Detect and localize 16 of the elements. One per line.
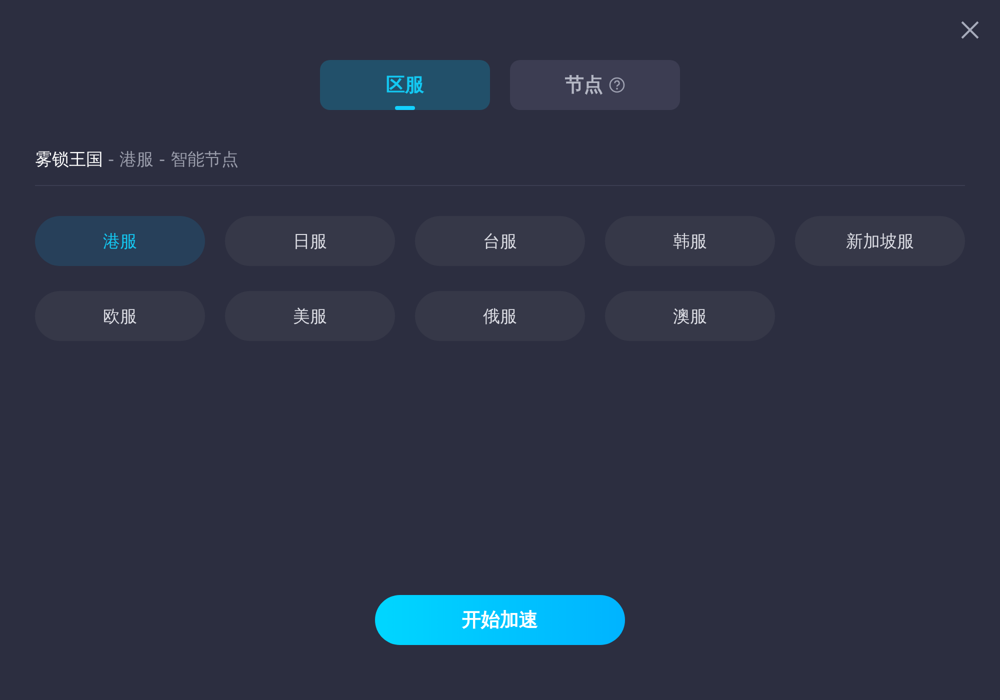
server-option[interactable]: 日服 (225, 216, 395, 266)
help-icon[interactable] (609, 77, 625, 93)
server-option[interactable]: 台服 (415, 216, 585, 266)
server-option[interactable]: 美服 (225, 291, 395, 341)
tab[interactable]: 节点 (510, 60, 680, 110)
server-option[interactable]: 欧服 (35, 291, 205, 341)
server-option[interactable]: 澳服 (605, 291, 775, 341)
server-option[interactable]: 新加坡服 (795, 216, 965, 266)
game-name: 雾锁王国 (35, 149, 103, 171)
server-option[interactable]: 俄服 (415, 291, 585, 341)
server-option[interactable]: 韩服 (605, 216, 775, 266)
server-option[interactable]: 港服 (35, 216, 205, 266)
close-icon[interactable] (961, 21, 979, 39)
server-path: - 港服 - 智能节点 (108, 149, 238, 171)
tab[interactable]: 区服 (320, 60, 490, 110)
tab-indicator (395, 106, 415, 110)
